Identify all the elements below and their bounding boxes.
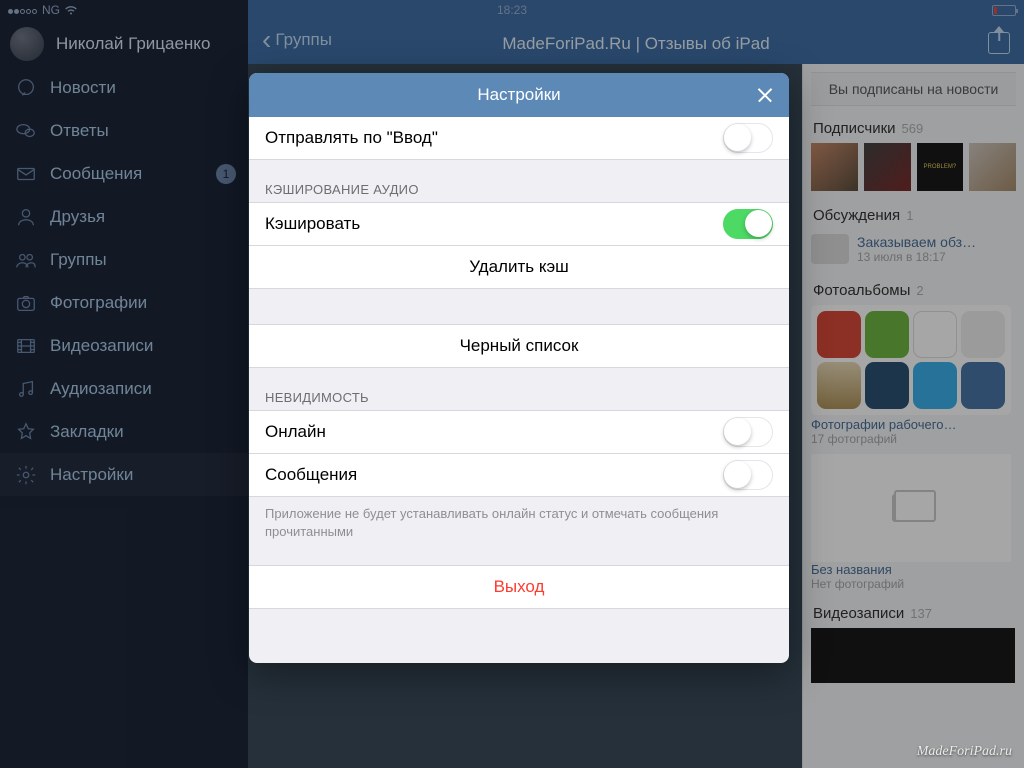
cell-label: Отправлять по "Ввод": [265, 128, 723, 148]
close-button[interactable]: [753, 83, 777, 107]
modal-body[interactable]: Отправлять по "Ввод" КЭШИРОВАНИЕ АУДИО К…: [249, 117, 789, 663]
invisibility-footnote: Приложение не будет устанавливать онлайн…: [249, 497, 789, 540]
settings-modal: Настройки Отправлять по "Ввод" КЭШИРОВАН…: [249, 73, 789, 663]
row-online: Онлайн: [249, 410, 789, 454]
toggle-online[interactable]: [723, 417, 773, 447]
cell-label: Выход: [494, 577, 545, 597]
row-messages: Сообщения: [249, 453, 789, 497]
cell-label: Удалить кэш: [469, 257, 569, 277]
modal-header: Настройки: [249, 73, 789, 117]
toggle-send-on-enter[interactable]: [723, 123, 773, 153]
clear-cache-button[interactable]: Удалить кэш: [249, 245, 789, 289]
blacklist-button[interactable]: Черный список: [249, 324, 789, 368]
section-cache-header: КЭШИРОВАНИЕ АУДИО: [249, 160, 789, 203]
toggle-messages[interactable]: [723, 460, 773, 490]
modal-title: Настройки: [477, 85, 560, 105]
watermark: MadeForiPad.ru: [917, 744, 1012, 760]
logout-button[interactable]: Выход: [249, 565, 789, 609]
toggle-cache[interactable]: [723, 209, 773, 239]
section-invisibility-header: НЕВИДИМОСТЬ: [249, 368, 789, 411]
row-send-on-enter: Отправлять по "Ввод": [249, 117, 789, 160]
row-cache: Кэшировать: [249, 202, 789, 246]
cell-label: Сообщения: [265, 465, 723, 485]
cell-label: Кэшировать: [265, 214, 723, 234]
cell-label: Онлайн: [265, 422, 723, 442]
cell-label: Черный список: [460, 336, 579, 356]
